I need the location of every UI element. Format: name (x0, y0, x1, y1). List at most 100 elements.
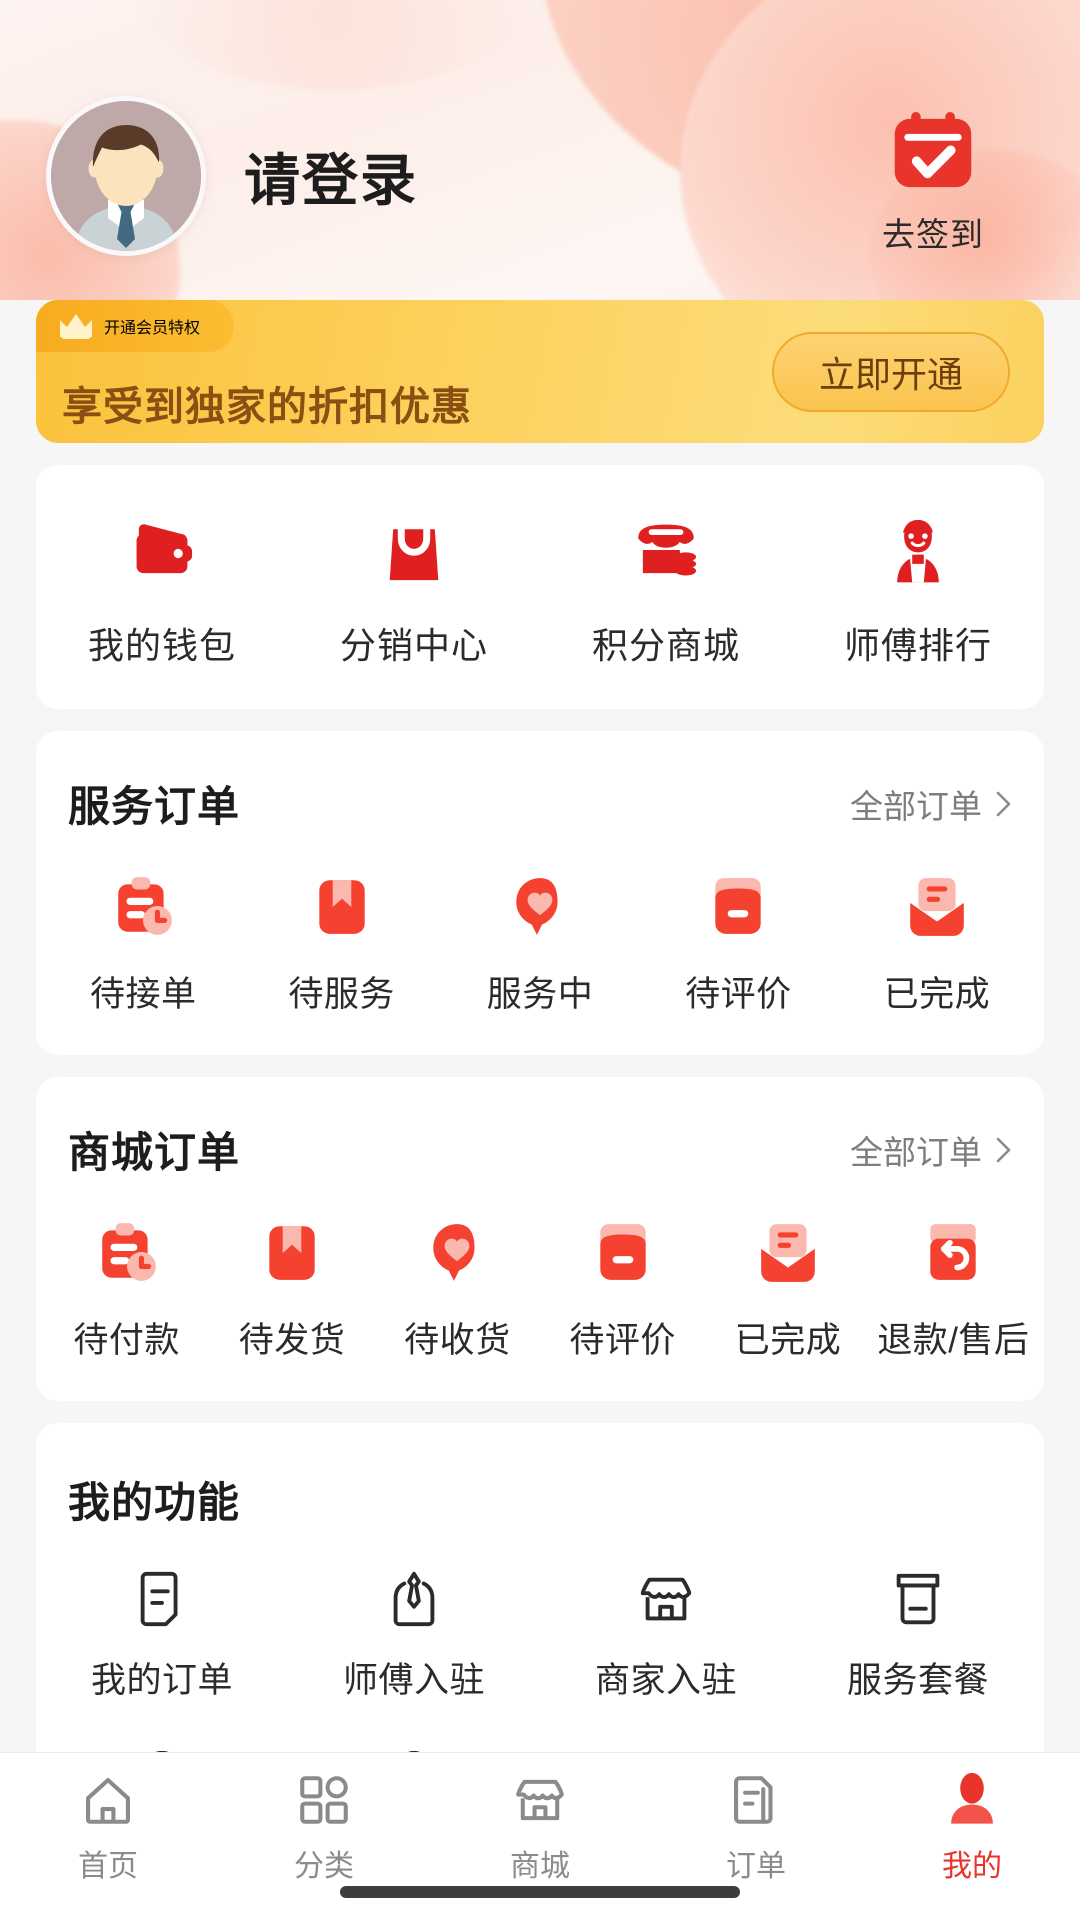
mall-order-pending-shipment[interactable]: 待发货 (209, 1220, 374, 1363)
comment-box-icon (590, 1220, 656, 1286)
order-label: 已完成 (735, 1312, 842, 1363)
order-label: 待评价 (685, 966, 792, 1017)
shop-join-icon (635, 1568, 697, 1630)
service-orders-header: 服务订单 全部订单 (36, 731, 1044, 834)
quick-link-label: 分销中心 (340, 617, 488, 669)
service-order-completed[interactable]: 已完成 (838, 874, 1036, 1017)
vip-banner[interactable]: 开通会员特权 享受到独家的折扣优惠 立即开通 (36, 300, 1044, 443)
mall-order-pending-receipt[interactable]: 待收货 (375, 1220, 540, 1363)
section-title: 商城订单 (68, 1119, 240, 1180)
quick-link-wallet[interactable]: 我的钱包 (36, 513, 288, 669)
crown-icon (58, 311, 94, 341)
points-store-icon (629, 513, 703, 587)
tab-label: 首页 (78, 1841, 138, 1885)
orders-icon (727, 1771, 785, 1829)
service-orders-row: 待接单 待服务 服务中 (36, 834, 1044, 1055)
tab-label: 订单 (726, 1841, 786, 1885)
function-label: 师傅入驻 (343, 1652, 485, 1703)
order-label: 退款/售后 (877, 1312, 1029, 1363)
section-title: 我的功能 (36, 1423, 1044, 1536)
all-orders-label: 全部订单 (850, 780, 982, 828)
clipboard-clock-icon (110, 874, 176, 940)
quick-links-row: 我的钱包 分销中心 (36, 465, 1044, 709)
function-label: 我的订单 (91, 1652, 233, 1703)
heart-bubble-icon (424, 1220, 490, 1286)
order-label: 已完成 (884, 966, 991, 1017)
tab-label: 分类 (294, 1841, 354, 1885)
clipboard-clock-icon (94, 1220, 160, 1286)
vip-tab-label: 开通会员特权 (104, 314, 200, 338)
service-package-icon (887, 1568, 949, 1630)
shop-icon (511, 1771, 569, 1829)
order-label: 待服务 (288, 966, 395, 1017)
home-icon (79, 1771, 137, 1829)
service-order-pending-review[interactable]: 待评价 (639, 874, 837, 1017)
function-merchant-join[interactable]: 商家入驻 (540, 1542, 792, 1721)
service-order-pending-accept[interactable]: 待接单 (44, 874, 242, 1017)
quick-link-points-mall[interactable]: 积分商城 (540, 513, 792, 669)
order-label: 待评价 (569, 1312, 676, 1363)
tab-mall[interactable]: 商城 (432, 1771, 648, 1885)
function-my-messages[interactable]: 我的消息 (288, 1721, 540, 1752)
quick-link-label: 我的钱包 (88, 617, 236, 669)
function-mall-coupon[interactable]: 商城优惠券 (792, 1721, 1044, 1752)
vip-subtitle: 享受到独家的折扣优惠 (62, 374, 472, 432)
avatar[interactable] (46, 96, 206, 256)
tab-profile[interactable]: 我的 (864, 1771, 1080, 1885)
quick-link-label: 积分商城 (592, 617, 740, 669)
mall-orders-header: 商城订单 全部订单 (36, 1077, 1044, 1180)
default-user-avatar-icon (51, 101, 201, 251)
function-address-management[interactable]: 地址管理 (36, 1721, 288, 1752)
order-label: 待发货 (239, 1312, 346, 1363)
home-indicator (340, 1886, 740, 1898)
order-label: 待接单 (90, 966, 197, 1017)
tab-category[interactable]: 分类 (216, 1771, 432, 1885)
comment-box-icon (705, 874, 771, 940)
service-order-in-service[interactable]: 服务中 (441, 874, 639, 1017)
function-label: 服务套餐 (847, 1652, 989, 1703)
user-icon (943, 1771, 1001, 1829)
service-orders-all-link[interactable]: 全部订单 (850, 780, 1012, 828)
vip-activate-button[interactable]: 立即开通 (772, 332, 1010, 412)
function-service-package[interactable]: 服务套餐 (792, 1542, 1044, 1721)
function-my-orders[interactable]: 我的订单 (36, 1542, 288, 1721)
chevron-right-icon (996, 791, 1012, 817)
vip-banner-tab: 开通会员特权 (36, 300, 234, 352)
quick-link-label: 师傅排行 (844, 617, 992, 669)
package-bookmark-icon (309, 874, 375, 940)
section-title: 服务订单 (68, 773, 240, 834)
shopping-bag-icon (377, 513, 451, 587)
order-list-icon (131, 1568, 193, 1630)
mall-order-refund-aftersale[interactable]: 退款/售后 (871, 1220, 1036, 1363)
login-prompt[interactable]: 请登录 (244, 136, 418, 217)
chevron-right-icon (996, 1137, 1012, 1163)
decorative-blob (120, 0, 550, 90)
mall-order-completed[interactable]: 已完成 (705, 1220, 870, 1363)
mall-order-pending-review[interactable]: 待评价 (540, 1220, 705, 1363)
tab-home[interactable]: 首页 (0, 1771, 216, 1885)
tab-orders[interactable]: 订单 (648, 1771, 864, 1885)
package-bookmark-icon (259, 1220, 325, 1286)
envelope-done-icon (904, 874, 970, 940)
category-grid-icon (295, 1771, 353, 1829)
app-screen: 请登录 去签到 开通会员特权 享受到独家的折扣优惠 (0, 0, 1080, 1920)
quick-link-distribution[interactable]: 分销中心 (288, 513, 540, 669)
order-label: 待收货 (404, 1312, 511, 1363)
all-orders-label: 全部订单 (850, 1126, 982, 1174)
mall-order-pending-payment[interactable]: 待付款 (44, 1220, 209, 1363)
function-housekeeping-coupon[interactable]: 家政优惠券 (540, 1721, 792, 1752)
service-order-pending-service[interactable]: 待服务 (242, 874, 440, 1017)
quick-link-worker-ranking[interactable]: 师傅排行 (792, 513, 1044, 669)
quick-links-card: 我的钱包 分销中心 (36, 465, 1044, 709)
signin-button[interactable]: 去签到 (838, 112, 1028, 256)
worker-ranking-icon (881, 513, 955, 587)
tab-label: 我的 (942, 1841, 1002, 1885)
mall-orders-all-link[interactable]: 全部订单 (850, 1126, 1012, 1174)
function-worker-join[interactable]: 师傅入驻 (288, 1542, 540, 1721)
content-scroll-area[interactable]: 开通会员特权 享受到独家的折扣优惠 立即开通 我的钱包 (0, 300, 1080, 1752)
mall-orders-card: 商城订单 全部订单 (36, 1077, 1044, 1401)
mall-orders-row: 待付款 待发货 待收货 (36, 1180, 1044, 1401)
function-label: 商家入驻 (595, 1652, 737, 1703)
wallet-icon (125, 513, 199, 587)
refund-return-icon (920, 1220, 986, 1286)
